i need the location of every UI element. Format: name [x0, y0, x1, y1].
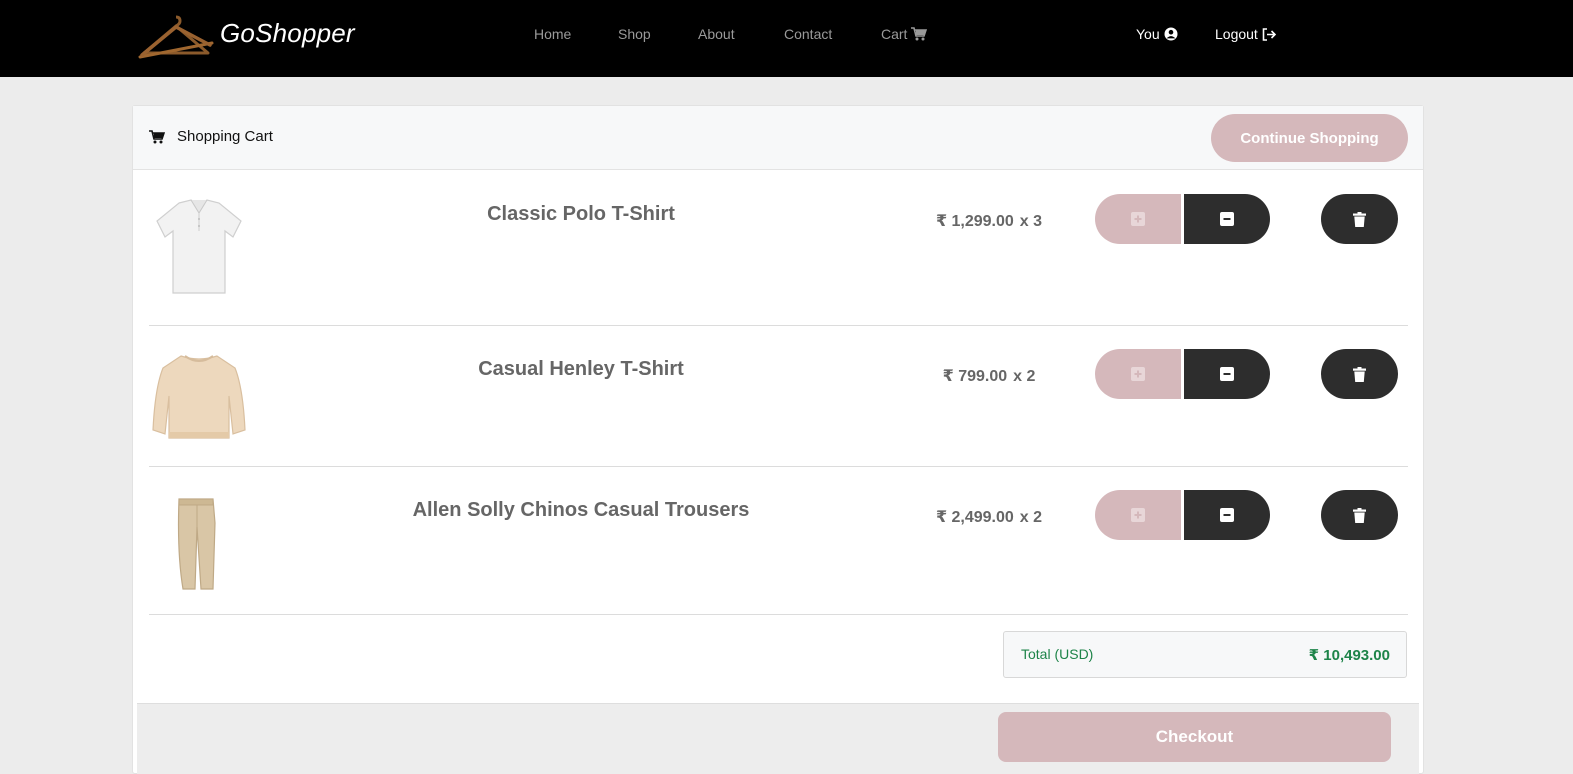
quantity-controls [1095, 490, 1270, 540]
decrease-quantity-button[interactable] [1184, 194, 1270, 244]
minus-square-icon [1220, 212, 1234, 226]
beige-sweatshirt-image [152, 355, 246, 439]
nav-link-label: Shop [618, 26, 651, 42]
cart-title-label: Shopping Cart [177, 128, 273, 145]
nav-link-label: About [698, 26, 735, 42]
nav-link-label: Home [534, 26, 572, 42]
item-name: Allen Solly Chinos Casual Trousers [412, 499, 750, 521]
nav-link-about[interactable]: About [698, 26, 735, 42]
plus-square-icon [1131, 212, 1145, 226]
cart-icon [149, 129, 165, 143]
decrease-quantity-button[interactable] [1184, 490, 1270, 540]
trash-icon [1353, 211, 1366, 227]
item-quantity: x 3 [1019, 213, 1043, 230]
quantity-controls [1095, 349, 1270, 399]
user-profile-link[interactable]: You [1136, 26, 1178, 42]
cart-total: Total (USD) ₹ 10,493.00 [1003, 631, 1407, 678]
trash-icon [1353, 507, 1366, 523]
item-quantity: x 2 [1013, 368, 1036, 385]
cart-title: Shopping Cart [149, 128, 273, 145]
logout-label: Logout [1215, 26, 1258, 42]
decrease-quantity-button[interactable] [1184, 349, 1270, 399]
row-divider [149, 614, 1408, 615]
nav-link-label: Contact [784, 26, 833, 42]
nav-link-home[interactable]: Home [534, 26, 571, 42]
checkout-button[interactable]: Checkout [998, 712, 1391, 762]
item-price-value: ₹ 2,499.00 [935, 509, 1014, 526]
increase-quantity-button[interactable] [1095, 194, 1181, 244]
delete-item-button[interactable] [1321, 194, 1398, 244]
brand-name: GoShopper [220, 17, 355, 48]
cart-item: Allen Solly Chinos Casual Trousers ₹ 2,4… [149, 467, 1408, 615]
minus-square-icon [1220, 367, 1234, 381]
nav-link-shop[interactable]: Shop [618, 26, 651, 42]
quantity-controls [1095, 194, 1270, 244]
nav-link-contact[interactable]: Contact [784, 26, 832, 42]
item-name: Casual Henley T-Shirt [478, 358, 684, 380]
continue-shopping-button[interactable]: Continue Shopping [1211, 114, 1408, 162]
total-label: Total (USD) [1021, 646, 1094, 662]
user-label: You [1136, 26, 1160, 42]
item-price-value: ₹ 1,299.00 [935, 213, 1014, 230]
minus-square-icon [1220, 508, 1234, 522]
cart-header: Shopping Cart Continue Shopping [133, 106, 1423, 170]
plus-square-icon [1131, 367, 1145, 381]
delete-item-button[interactable] [1321, 349, 1398, 399]
cart-icon [911, 27, 928, 41]
logout-link[interactable]: Logout [1215, 26, 1277, 42]
delete-item-button[interactable] [1321, 490, 1398, 540]
item-price-value: ₹ 799.00 [942, 368, 1008, 385]
white-polo-shirt-image [156, 199, 242, 294]
khaki-chinos-image [177, 498, 216, 590]
plus-square-icon [1131, 508, 1145, 522]
cart-footer: Checkout [137, 703, 1419, 774]
hanger-icon [138, 15, 214, 59]
item-price: ₹ 2,499.00 x 2 [869, 507, 1109, 527]
user-circle-icon [1164, 27, 1178, 41]
item-price: ₹ 1,299.00 x 3 [869, 211, 1109, 231]
nav-link-label: Cart [881, 26, 908, 42]
increase-quantity-button[interactable] [1095, 490, 1181, 540]
brand-link[interactable]: GoShopper [138, 12, 355, 62]
shopping-cart-card: Shopping Cart Continue Shopping Classic … [132, 105, 1424, 774]
cart-item: Classic Polo T-Shirt ₹ 1,299.00 x 3 [149, 171, 1408, 326]
navbar: GoShopper Home Shop About Contact Cart Y… [0, 0, 1573, 77]
cart-item: Casual Henley T-Shirt ₹ 799.00 x 2 [149, 326, 1408, 467]
total-value: ₹ 10,493.00 [1308, 647, 1390, 664]
trash-icon [1353, 366, 1366, 382]
item-name: Classic Polo T-Shirt [487, 203, 675, 225]
item-price: ₹ 799.00 x 2 [869, 366, 1109, 386]
increase-quantity-button[interactable] [1095, 349, 1181, 399]
item-quantity: x 2 [1019, 509, 1043, 526]
nav-link-cart[interactable]: Cart [881, 26, 928, 42]
logout-icon [1262, 27, 1276, 41]
